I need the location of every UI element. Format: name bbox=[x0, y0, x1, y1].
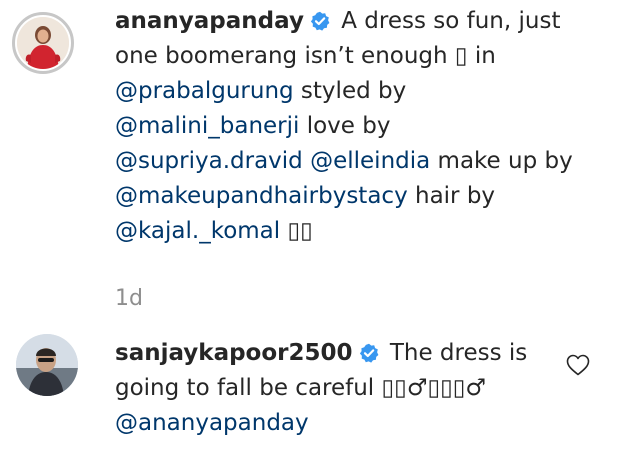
mention-link[interactable]: @ananyapanday bbox=[115, 410, 309, 436]
mention-link[interactable]: @elleindia bbox=[310, 148, 430, 174]
post-username[interactable]: ananyapanday bbox=[115, 8, 304, 34]
instagram-post-comments: ananyapanday A dress so fun, just one bo… bbox=[0, 0, 624, 469]
post-timestamp[interactable]: 1d bbox=[115, 286, 143, 311]
avatar-photo-icon bbox=[16, 334, 78, 396]
mention-link[interactable]: @makeupandhairbystacy bbox=[115, 183, 408, 209]
caption-text: styled by bbox=[293, 78, 407, 104]
heart-outline-icon[interactable] bbox=[566, 354, 590, 376]
caption-text bbox=[303, 148, 310, 174]
comment: sanjaykapoor2500 The dress is going to f… bbox=[115, 336, 555, 441]
post-caption: ananyapanday A dress so fun, just one bo… bbox=[115, 4, 585, 249]
mention-link[interactable]: @kajal._komal bbox=[115, 218, 280, 244]
caption-text: hair by bbox=[407, 183, 496, 209]
avatar-image bbox=[17, 17, 69, 69]
avatar[interactable] bbox=[12, 12, 74, 74]
comment-username[interactable]: sanjaykapoor2500 bbox=[115, 340, 353, 366]
mention-link[interactable]: @supriya.dravid bbox=[115, 148, 303, 174]
mention-link[interactable]: @prabalgurung bbox=[115, 78, 294, 104]
verified-badge-icon bbox=[359, 343, 378, 363]
caption-text: love by bbox=[299, 113, 391, 139]
caption-text: make up by bbox=[430, 148, 573, 174]
commenter-avatar[interactable] bbox=[16, 334, 78, 396]
avatar-photo-icon bbox=[17, 17, 69, 69]
mention-link[interactable]: @malini_banerji bbox=[115, 113, 299, 139]
verified-badge-icon bbox=[310, 11, 330, 31]
caption-text: ▯▯ bbox=[280, 218, 313, 244]
